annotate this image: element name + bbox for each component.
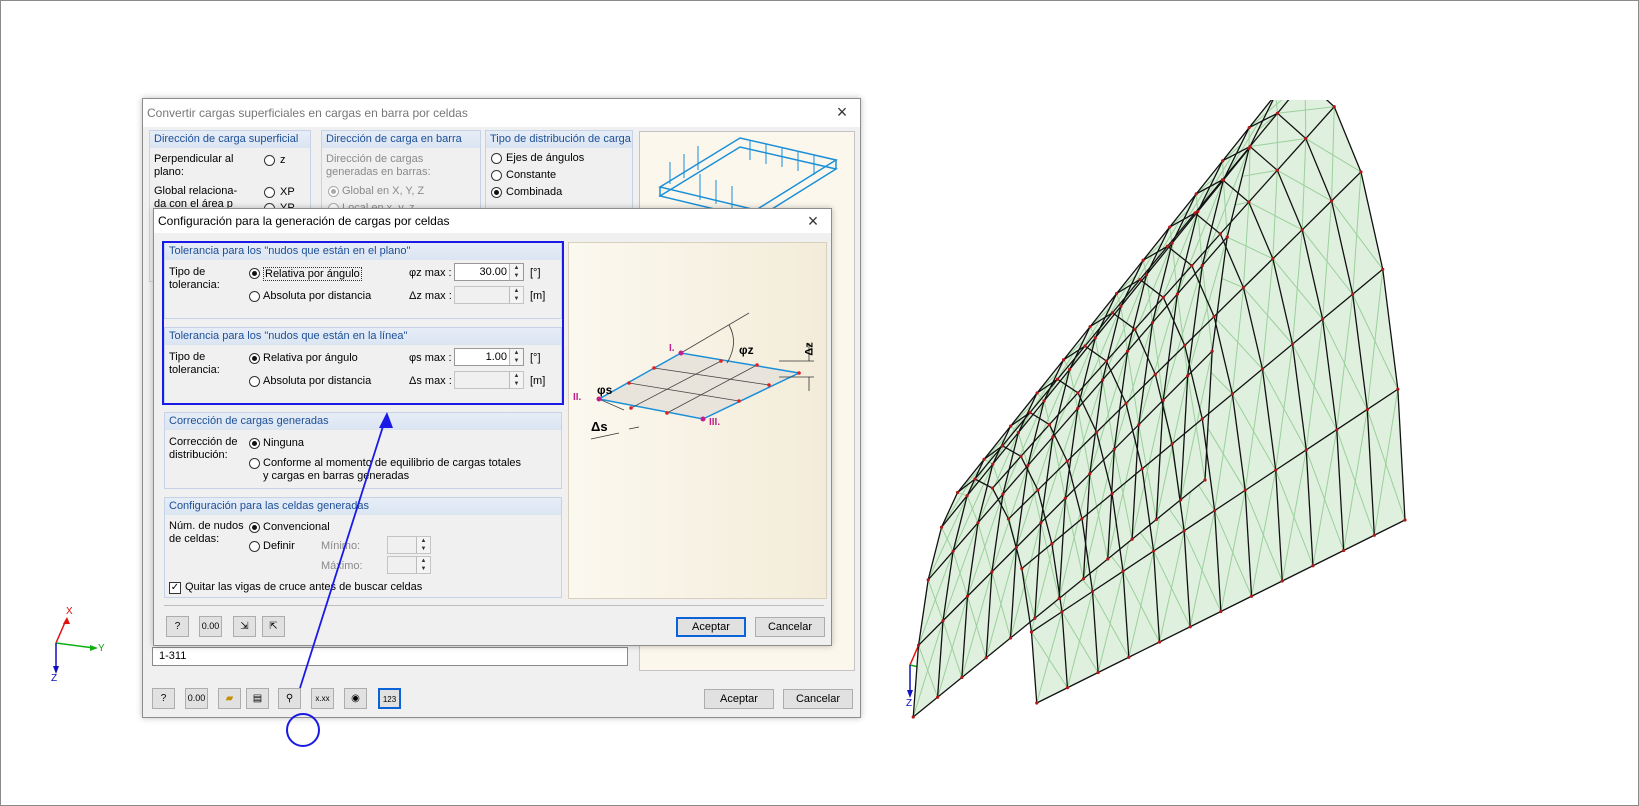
radio-dist-constant-label: Constante [506, 169, 557, 181]
cells-max-arrows[interactable]: ▲ ▼ [416, 557, 430, 573]
xxx-button[interactable]: x.xx [311, 688, 334, 709]
shell-model-3d [911, 100, 1407, 719]
radio-correction-conform[interactable] [249, 458, 260, 469]
group-surface-dir-title: Dirección de carga superficial [154, 133, 299, 145]
inner-import-button[interactable]: ⇲ [233, 616, 256, 637]
radio-dist-constant[interactable] [491, 170, 502, 181]
inner-close-button[interactable]: × [803, 211, 823, 231]
save-button[interactable]: ▤ [246, 688, 269, 709]
axis-y-label: Y [98, 643, 105, 654]
inner-dialog-title: Configuración para la generación de carg… [158, 214, 450, 228]
inner-units-button[interactable]: 0.00 [199, 616, 222, 637]
member-dir-desc: Dirección de cargas generadas en barras: [326, 153, 431, 178]
inner-separator [164, 605, 824, 606]
outer-ok-button[interactable]: Aceptar [704, 689, 774, 709]
cells-nodes-label: Núm. de nudos de celdas: [169, 520, 244, 545]
perpendicular-label: Perpendicular al plano: [154, 153, 234, 178]
axis-z-label: Z [51, 673, 58, 684]
units-button[interactable]: 0.00 [185, 688, 208, 709]
fig-delta-z: Δz [803, 342, 816, 356]
radio-global-xyz-label: Global en X, Y, Z [342, 185, 425, 197]
fig-phi-z: φz [739, 343, 754, 357]
outer-dialog-title: Convertir cargas superficiales en cargas… [147, 106, 468, 120]
radio-cells-define[interactable] [249, 541, 260, 552]
inner-cancel-button[interactable]: Cancelar [755, 617, 825, 637]
members-input[interactable]: 1-311 [152, 647, 628, 666]
inner-export-button[interactable]: ⇱ [262, 616, 285, 637]
settings-cells-button[interactable]: ⚲ [278, 688, 301, 709]
radio-correction-none-label: Ninguna [263, 437, 304, 449]
cells-min-input[interactable]: ▲ ▼ [387, 536, 431, 554]
group-correction-title: Corrección de cargas generadas [169, 415, 329, 427]
radio-dist-combined-label: Combinada [506, 186, 563, 198]
group-correction: Corrección de cargas generadas Correcció… [164, 412, 562, 489]
outer-close-button[interactable]: × [832, 102, 852, 122]
radio-cells-define-label: Definir [263, 540, 295, 552]
radio-xp-label: XP [280, 186, 295, 198]
inner-titlebar: Configuración para la generación de carg… [154, 209, 831, 233]
axis-x-label: X [66, 606, 73, 617]
outer-cancel-button[interactable]: Cancelar [783, 689, 853, 709]
radio-dist-axes-label: Ejes de ángulos [506, 152, 585, 164]
radio-correction-conform-label-2: y cargas en barras generadas [263, 470, 410, 482]
inner-dialog: Configuración para la generación de carg… [153, 208, 832, 646]
help-button[interactable]: ? [152, 688, 175, 709]
cells-max-label: Máximo: [321, 560, 363, 572]
radio-dist-combined[interactable] [491, 187, 502, 198]
radio-cells-conventional-label: Convencional [263, 521, 330, 533]
inner-help-button[interactable]: ? [166, 616, 189, 637]
group-member-dir-title: Dirección de carga en barra [326, 133, 462, 145]
group-cells: Configuración para las celdas generadas … [164, 497, 562, 598]
view-eye-button[interactable]: ◉ [344, 688, 367, 709]
numbering-button[interactable]: 123 [378, 688, 401, 709]
group-cells-title: Configuración para las celdas generadas [169, 500, 369, 512]
correction-label: Corrección de distribución: [169, 436, 238, 461]
outer-titlebar: Convertir cargas superficiales en cargas… [143, 99, 860, 127]
cells-max-input[interactable]: ▲ ▼ [387, 556, 431, 574]
group-distribution-title: Tipo de distribución de carga [490, 133, 631, 145]
cells-min-arrows[interactable]: ▲ ▼ [416, 537, 430, 553]
fig-node-II: II. [573, 392, 582, 403]
cells-min-label: Mínimo: [321, 540, 361, 552]
radio-cells-conventional[interactable] [249, 522, 260, 533]
radio-xp[interactable] [264, 187, 275, 198]
radio-z-label: z [280, 154, 286, 166]
radio-global-xyz[interactable] [328, 186, 339, 197]
radio-z[interactable] [264, 155, 275, 166]
fig-delta-s: Δs [591, 419, 608, 434]
radio-dist-axes[interactable] [491, 153, 502, 164]
inner-ok-button[interactable]: Aceptar [676, 617, 746, 637]
remove-beams-label: Quitar las vigas de cruce antes de busca… [185, 581, 423, 593]
fig-phi-s: φs [597, 383, 613, 397]
radio-correction-none[interactable] [249, 438, 260, 449]
fig-node-I: I. [669, 343, 675, 354]
tolerance-highlight-box [162, 241, 564, 405]
remove-beams-checkbox[interactable]: ✓ [169, 582, 181, 594]
radio-correction-conform-label-1: Conforme al momento de equilibrio de car… [263, 457, 522, 469]
tolerance-figure: I. II. III. φz φs Δs Δz [568, 242, 827, 599]
fig-node-III: III. [709, 417, 721, 428]
open-button[interactable]: ▰ [218, 688, 241, 709]
